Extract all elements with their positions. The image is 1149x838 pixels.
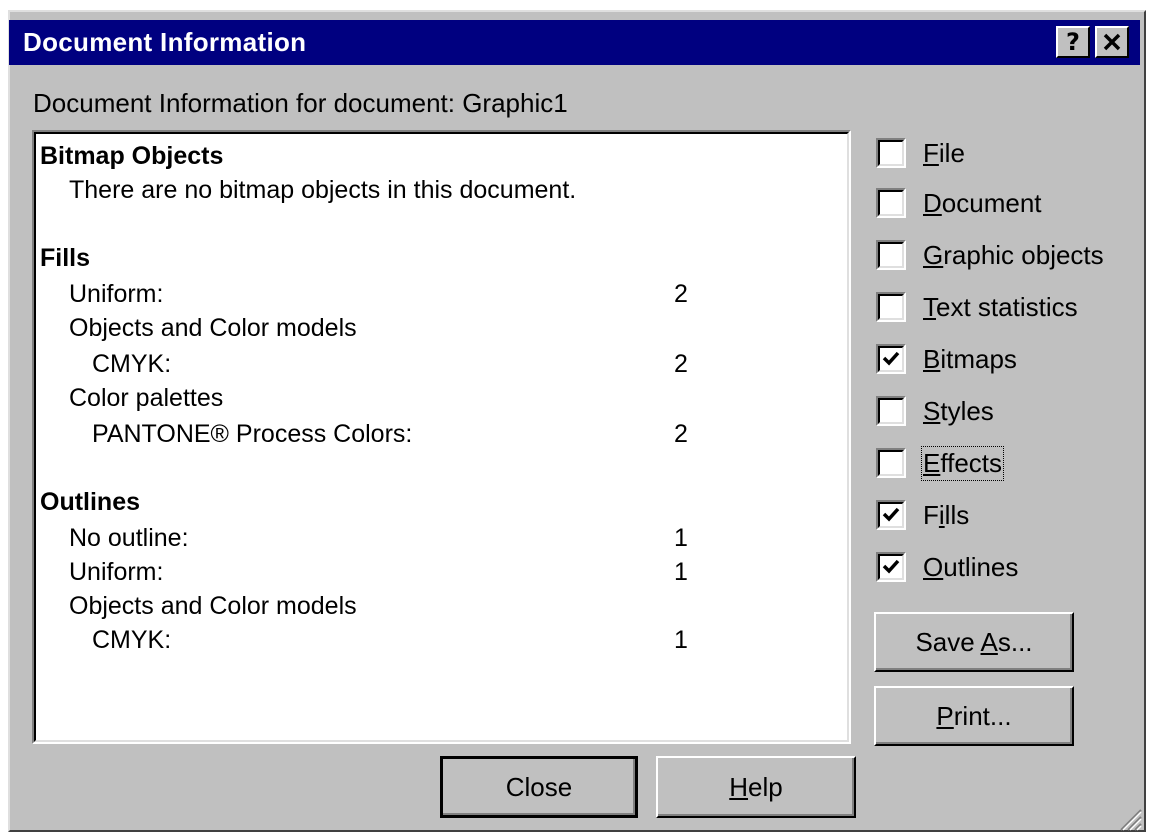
outlines-cmyk-value: 1 <box>674 626 688 654</box>
checkbox-styles[interactable]: Styles <box>876 394 994 428</box>
checkbox-graphic-objects-label: Graphic objects <box>923 239 1104 270</box>
checkbox-fills-box[interactable] <box>876 500 906 530</box>
bitmap-heading: Bitmap Objects <box>40 142 224 170</box>
checkbox-outlines-label: Outlines <box>923 551 1019 582</box>
checkbox-fills-label: Fills <box>923 499 970 530</box>
checkbox-fills[interactable]: Fills <box>876 498 969 532</box>
fills-cmyk-label: CMYK: <box>92 350 172 378</box>
outlines-uniform-label: Uniform: <box>69 558 164 586</box>
outlines-uniform-value: 1 <box>674 558 688 586</box>
fills-palettes-label: Color palettes <box>69 384 224 412</box>
resize-grip-icon[interactable] <box>1115 804 1143 832</box>
outlines-none-label: No outline: <box>69 524 189 552</box>
help-button[interactable]: Help <box>656 756 856 818</box>
checkbox-bitmaps-box[interactable] <box>876 344 906 374</box>
bitmap-text: There are no bitmap objects in this docu… <box>69 176 577 204</box>
close-icon[interactable] <box>1095 26 1129 58</box>
checkbox-text-statistics-box[interactable] <box>876 292 906 322</box>
checkbox-graphic-objects-box[interactable] <box>876 240 906 270</box>
fills-uniform-value: 2 <box>674 280 688 308</box>
fills-heading: Fills <box>40 244 91 272</box>
checkbox-file-label: File <box>923 137 965 168</box>
checkbox-document[interactable]: Document <box>876 186 1042 220</box>
report-listbox[interactable]: Bitmap Objects There are no bitmap objec… <box>32 130 851 744</box>
checkbox-text-statistics[interactable]: Text statistics <box>876 290 1078 324</box>
fills-color-models-label: Objects and Color models <box>69 314 357 342</box>
outlines-cmyk-label: CMYK: <box>92 626 172 654</box>
save-as-button[interactable]: Save As... <box>874 612 1074 672</box>
checkmark-icon <box>882 559 900 574</box>
fills-uniform-label: Uniform: <box>69 280 164 308</box>
checkbox-bitmaps-label: Bitmaps <box>923 343 1017 374</box>
checkmark-icon <box>882 507 900 522</box>
checkbox-document-label: Document <box>923 187 1042 218</box>
checkbox-bitmaps[interactable]: Bitmaps <box>876 342 1017 376</box>
checkbox-styles-box[interactable] <box>876 396 906 426</box>
checkmark-icon <box>882 351 900 366</box>
print-button[interactable]: Print... <box>874 686 1074 746</box>
checkbox-file[interactable]: File <box>876 136 965 170</box>
close-button[interactable]: Close <box>440 756 638 818</box>
checkbox-outlines-box[interactable] <box>876 552 906 582</box>
checkbox-styles-label: Styles <box>923 395 994 426</box>
fills-pantone-value: 2 <box>674 420 688 448</box>
outlines-heading: Outlines <box>40 488 141 516</box>
checkbox-text-statistics-label: Text statistics <box>923 291 1078 322</box>
checkbox-file-box[interactable] <box>876 138 906 168</box>
help-icon[interactable]: ? <box>1056 26 1090 58</box>
title-bar[interactable]: Document Information ? <box>9 20 1140 65</box>
checkbox-document-box[interactable] <box>876 188 906 218</box>
document-label: Document Information for document: Graph… <box>33 88 568 118</box>
checkbox-effects[interactable]: Effects <box>876 445 1005 481</box>
fills-cmyk-value: 2 <box>674 350 688 378</box>
outlines-color-models-label: Objects and Color models <box>69 592 357 620</box>
checkbox-effects-box[interactable] <box>876 448 906 478</box>
fills-pantone-label: PANTONE® Process Colors: <box>92 420 413 448</box>
outlines-none-value: 1 <box>674 524 688 552</box>
checkbox-outlines[interactable]: Outlines <box>876 550 1018 584</box>
checkbox-effects-label: Effects <box>920 445 1005 481</box>
checkbox-graphic-objects[interactable]: Graphic objects <box>876 238 1104 272</box>
window-title: Document Information <box>23 27 307 57</box>
